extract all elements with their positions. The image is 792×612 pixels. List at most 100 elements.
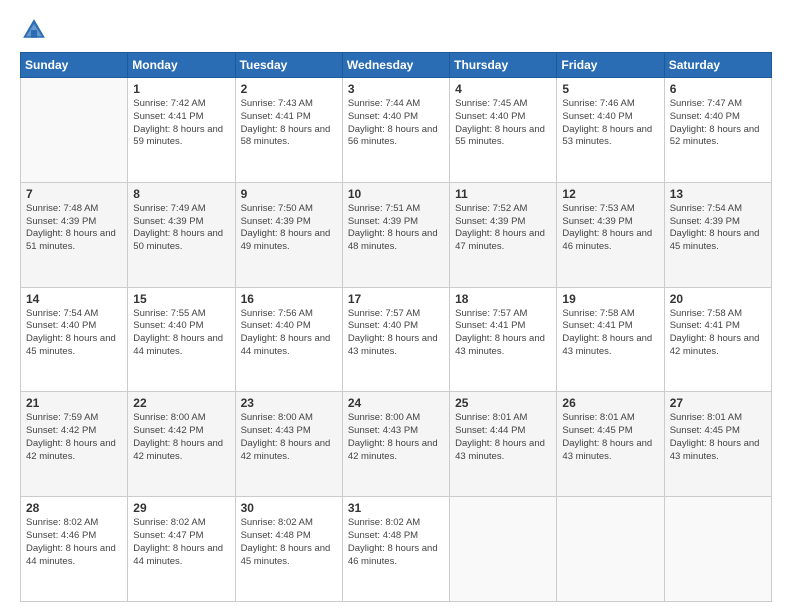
day-number: 29 — [133, 501, 229, 515]
day-info: Sunrise: 7:54 AMSunset: 4:40 PMDaylight:… — [26, 308, 122, 359]
day-number: 31 — [348, 501, 444, 515]
calendar-cell-3-1: 14 Sunrise: 7:54 AMSunset: 4:40 PMDayligh… — [21, 287, 128, 392]
calendar-cell-1-2: 1 Sunrise: 7:42 AMSunset: 4:41 PMDaylight… — [128, 78, 235, 183]
day-info: Sunrise: 7:48 AMSunset: 4:39 PMDaylight:… — [26, 203, 122, 254]
calendar-week-5: 28Sunrise: 8:02 AMSunset: 4:46 PMDayligh… — [21, 497, 772, 602]
calendar-cell-4-7: 27Sunrise: 8:01 AMSunset: 4:45 PMDayligh… — [664, 392, 771, 497]
calendar-cell-5-5 — [450, 497, 557, 602]
day-info: Sunrise: 7:54 AMSunset: 4:39 PMDaylight:… — [670, 203, 766, 254]
day-number: 12 — [562, 187, 658, 201]
calendar-cell-5-4: 31 Sunrise: 8:02 AMSunset: 4:48 PMDayligh… — [342, 497, 449, 602]
day-info: Sunrise: 7:55 AMSunset: 4:40 PMDaylight:… — [133, 308, 229, 359]
day-info: Sunrise: 7:57 AMSunset: 4:41 PMDaylight:… — [455, 308, 551, 359]
calendar-cell-3-7: 20 Sunrise: 7:58 AMSunset: 4:41 PMDayligh… — [664, 287, 771, 392]
day-info: Sunrise: 7:49 AMSunset: 4:39 PMDaylight:… — [133, 203, 229, 254]
day-info: Sunrise: 8:02 AMSunset: 4:48 PMDaylight:… — [241, 517, 337, 568]
logo — [20, 16, 52, 44]
weekday-header-saturday: Saturday — [664, 53, 771, 78]
day-info: Sunrise: 8:01 AMSunset: 4:45 PMDaylight:… — [670, 412, 766, 463]
day-number: 6 — [670, 82, 766, 96]
day-number: 17 — [348, 292, 444, 306]
day-info: Sunrise: 7:50 AMSunset: 4:39 PMDaylight:… — [241, 203, 337, 254]
header — [20, 16, 772, 44]
day-info: Sunrise: 7:45 AMSunset: 4:40 PMDaylight:… — [455, 98, 551, 149]
day-info: Sunrise: 8:00 AMSunset: 4:42 PMDaylight:… — [133, 412, 229, 463]
calendar-cell-5-3: 30 Sunrise: 8:02 AMSunset: 4:48 PMDayligh… — [235, 497, 342, 602]
day-info: Sunrise: 7:42 AMSunset: 4:41 PMDaylight:… — [133, 98, 229, 149]
calendar-cell-1-6: 5 Sunrise: 7:46 AMSunset: 4:40 PMDaylight… — [557, 78, 664, 183]
day-number: 28 — [26, 501, 122, 515]
day-info: Sunrise: 7:53 AMSunset: 4:39 PMDaylight:… — [562, 203, 658, 254]
day-info: Sunrise: 7:47 AMSunset: 4:40 PMDaylight:… — [670, 98, 766, 149]
day-number: 8 — [133, 187, 229, 201]
page: SundayMondayTuesdayWednesdayThursdayFrid… — [0, 0, 792, 612]
calendar-cell-4-1: 21 Sunrise: 7:59 AMSunset: 4:42 PMDayligh… — [21, 392, 128, 497]
calendar-cell-5-6 — [557, 497, 664, 602]
calendar-table: SundayMondayTuesdayWednesdayThursdayFrid… — [20, 52, 772, 602]
weekday-header-friday: Friday — [557, 53, 664, 78]
calendar-cell-3-6: 19 Sunrise: 7:58 AMSunset: 4:41 PMDayligh… — [557, 287, 664, 392]
calendar-week-1: 1 Sunrise: 7:42 AMSunset: 4:41 PMDaylight… — [21, 78, 772, 183]
calendar-cell-4-3: 23 Sunrise: 8:00 AMSunset: 4:43 PMDayligh… — [235, 392, 342, 497]
day-info: Sunrise: 7:59 AMSunset: 4:42 PMDaylight:… — [26, 412, 122, 463]
day-info: Sunrise: 8:02 AMSunset: 4:47 PMDaylight:… — [133, 517, 229, 568]
day-number: 20 — [670, 292, 766, 306]
day-info: Sunrise: 8:01 AMSunset: 4:44 PMDaylight:… — [455, 412, 551, 463]
day-number: 24 — [348, 396, 444, 410]
day-info: Sunrise: 7:57 AMSunset: 4:40 PMDaylight:… — [348, 308, 444, 359]
calendar-cell-5-1: 28Sunrise: 8:02 AMSunset: 4:46 PMDayligh… — [21, 497, 128, 602]
day-info: Sunrise: 7:56 AMSunset: 4:40 PMDaylight:… — [241, 308, 337, 359]
calendar-cell-2-3: 9 Sunrise: 7:50 AMSunset: 4:39 PMDaylight… — [235, 182, 342, 287]
calendar-cell-2-4: 10 Sunrise: 7:51 AMSunset: 4:39 PMDayligh… — [342, 182, 449, 287]
day-number: 16 — [241, 292, 337, 306]
calendar-cell-5-7 — [664, 497, 771, 602]
calendar-cell-1-7: 6 Sunrise: 7:47 AMSunset: 4:40 PMDaylight… — [664, 78, 771, 183]
day-info: Sunrise: 7:46 AMSunset: 4:40 PMDaylight:… — [562, 98, 658, 149]
day-info: Sunrise: 8:01 AMSunset: 4:45 PMDaylight:… — [562, 412, 658, 463]
weekday-header-monday: Monday — [128, 53, 235, 78]
day-number: 5 — [562, 82, 658, 96]
day-number: 21 — [26, 396, 122, 410]
day-number: 22 — [133, 396, 229, 410]
day-number: 23 — [241, 396, 337, 410]
day-info: Sunrise: 7:52 AMSunset: 4:39 PMDaylight:… — [455, 203, 551, 254]
calendar-cell-4-5: 25 Sunrise: 8:01 AMSunset: 4:44 PMDayligh… — [450, 392, 557, 497]
calendar-cell-2-7: 13Sunrise: 7:54 AMSunset: 4:39 PMDayligh… — [664, 182, 771, 287]
day-number: 25 — [455, 396, 551, 410]
logo-icon — [20, 16, 48, 44]
calendar-cell-2-1: 7 Sunrise: 7:48 AMSunset: 4:39 PMDaylight… — [21, 182, 128, 287]
calendar-cell-5-2: 29 Sunrise: 8:02 AMSunset: 4:47 PMDayligh… — [128, 497, 235, 602]
calendar-cell-1-1 — [21, 78, 128, 183]
day-number: 10 — [348, 187, 444, 201]
day-number: 19 — [562, 292, 658, 306]
day-info: Sunrise: 8:00 AMSunset: 4:43 PMDaylight:… — [348, 412, 444, 463]
calendar-cell-2-5: 11Sunrise: 7:52 AMSunset: 4:39 PMDayligh… — [450, 182, 557, 287]
weekday-header-tuesday: Tuesday — [235, 53, 342, 78]
day-info: Sunrise: 7:51 AMSunset: 4:39 PMDaylight:… — [348, 203, 444, 254]
calendar-cell-4-4: 24 Sunrise: 8:00 AMSunset: 4:43 PMDayligh… — [342, 392, 449, 497]
day-number: 4 — [455, 82, 551, 96]
day-info: Sunrise: 8:02 AMSunset: 4:48 PMDaylight:… — [348, 517, 444, 568]
day-number: 7 — [26, 187, 122, 201]
calendar-cell-2-2: 8 Sunrise: 7:49 AMSunset: 4:39 PMDaylight… — [128, 182, 235, 287]
day-number: 30 — [241, 501, 337, 515]
day-info: Sunrise: 7:58 AMSunset: 4:41 PMDaylight:… — [670, 308, 766, 359]
day-info: Sunrise: 7:58 AMSunset: 4:41 PMDaylight:… — [562, 308, 658, 359]
day-number: 2 — [241, 82, 337, 96]
day-info: Sunrise: 7:44 AMSunset: 4:40 PMDaylight:… — [348, 98, 444, 149]
day-number: 9 — [241, 187, 337, 201]
day-info: Sunrise: 7:43 AMSunset: 4:41 PMDaylight:… — [241, 98, 337, 149]
day-number: 26 — [562, 396, 658, 410]
calendar-cell-1-4: 3 Sunrise: 7:44 AMSunset: 4:40 PMDaylight… — [342, 78, 449, 183]
calendar-week-4: 21 Sunrise: 7:59 AMSunset: 4:42 PMDayligh… — [21, 392, 772, 497]
calendar-cell-1-3: 2 Sunrise: 7:43 AMSunset: 4:41 PMDaylight… — [235, 78, 342, 183]
calendar-cell-1-5: 4 Sunrise: 7:45 AMSunset: 4:40 PMDaylight… — [450, 78, 557, 183]
day-number: 3 — [348, 82, 444, 96]
day-number: 15 — [133, 292, 229, 306]
day-number: 14 — [26, 292, 122, 306]
day-info: Sunrise: 8:00 AMSunset: 4:43 PMDaylight:… — [241, 412, 337, 463]
calendar-cell-3-2: 15 Sunrise: 7:55 AMSunset: 4:40 PMDayligh… — [128, 287, 235, 392]
calendar-cell-4-6: 26 Sunrise: 8:01 AMSunset: 4:45 PMDayligh… — [557, 392, 664, 497]
day-number: 1 — [133, 82, 229, 96]
weekday-header-thursday: Thursday — [450, 53, 557, 78]
